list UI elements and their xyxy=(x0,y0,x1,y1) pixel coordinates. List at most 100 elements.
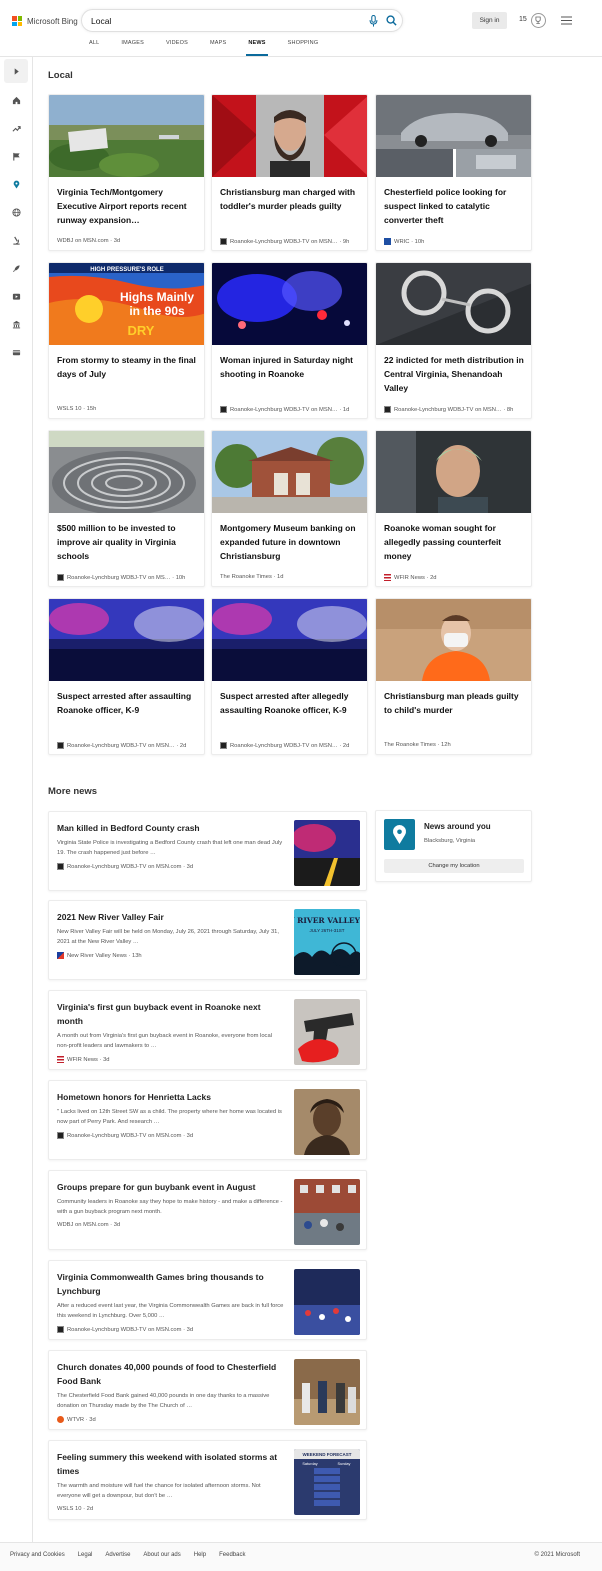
item-snippet: A month out from Virginia's first gun bu… xyxy=(57,1033,272,1049)
card-source[interactable]: WRIC xyxy=(394,239,409,245)
card-headline[interactable]: Virginia Tech/Montgomery Executive Airpo… xyxy=(57,185,197,227)
card-source[interactable]: Roanoke-Lynchburg WDBJ-TV on MSN… xyxy=(230,743,338,749)
item-title[interactable]: Virginia Commonwealth Games bring thousa… xyxy=(57,1270,282,1298)
item-title[interactable]: Groups prepare for gun buybank event in … xyxy=(57,1180,282,1194)
news-card[interactable]: Montgomery Museum banking on expanded fu… xyxy=(211,430,368,587)
search-query[interactable]: Local xyxy=(91,16,111,26)
item-title[interactable]: Virginia's first gun buyback event in Ro… xyxy=(57,1000,282,1028)
sign-in-button[interactable]: Sign in xyxy=(472,12,507,29)
card-source[interactable]: WSLS 10 xyxy=(57,406,82,412)
around-title: News around you xyxy=(424,822,491,831)
expand-icon[interactable] xyxy=(4,59,28,83)
card-headline[interactable]: Christiansburg man pleads guilty to chil… xyxy=(384,689,524,717)
tab-maps[interactable]: MAPS xyxy=(210,40,226,56)
news-card[interactable]: Chesterfield police looking for suspect … xyxy=(375,94,532,251)
card-source[interactable]: Roanoke-Lynchburg WDBJ-TV on MS… xyxy=(67,575,171,581)
news-card[interactable]: Virginia Tech/Montgomery Executive Airpo… xyxy=(48,94,205,251)
item-source[interactable]: WDBJ on MSN.com xyxy=(57,1222,109,1228)
science-icon[interactable] xyxy=(9,233,23,247)
news-list-item[interactable]: Hometown honors for Henrietta Lacks " La… xyxy=(48,1080,367,1160)
item-meta: Roanoke-Lynchburg WDBJ-TV on MSN.com · 3… xyxy=(57,863,193,870)
item-title[interactable]: Feeling summery this weekend with isolat… xyxy=(57,1450,282,1478)
card-source[interactable]: Roanoke-Lynchburg WDBJ-TV on MSN… xyxy=(230,407,338,413)
tab-videos[interactable]: VIDEOS xyxy=(166,40,188,56)
card-headline[interactable]: Christiansburg man charged with toddler'… xyxy=(220,185,360,213)
card-source[interactable]: WDBJ on MSN.com xyxy=(57,238,109,244)
news-card[interactable]: Christiansburg man charged with toddler'… xyxy=(211,94,368,251)
item-source[interactable]: WFIR News xyxy=(67,1057,98,1063)
news-card[interactable]: Suspect arrested after assaulting Roanok… xyxy=(48,598,205,755)
card-source[interactable]: The Roanoke Times xyxy=(220,574,272,580)
building-icon[interactable] xyxy=(9,317,23,331)
search-icon[interactable] xyxy=(386,15,397,26)
item-title[interactable]: Man killed in Bedford County crash xyxy=(57,821,282,835)
card-source[interactable]: Roanoke-Lynchburg WDBJ-TV on MSN… xyxy=(67,743,175,749)
tab-news[interactable]: NEWS xyxy=(246,40,269,56)
news-card[interactable]: $500 million to be invested to improve a… xyxy=(48,430,205,587)
card-headline[interactable]: Woman injured in Saturday night shooting… xyxy=(220,353,360,381)
trending-icon[interactable] xyxy=(9,121,23,135)
microphone-icon[interactable] xyxy=(369,15,378,27)
card-headline[interactable]: Roanoke woman sought for allegedly passi… xyxy=(384,521,524,563)
card-headline[interactable]: Suspect arrested after allegedly assault… xyxy=(220,689,360,717)
item-source[interactable]: Roanoke-Lynchburg WDBJ-TV on MSN.com xyxy=(67,1327,181,1333)
rewards-trophy-icon[interactable] xyxy=(531,13,546,28)
news-card[interactable]: Suspect arrested after allegedly assault… xyxy=(211,598,368,755)
rocket-icon[interactable] xyxy=(9,261,23,275)
bing-logo[interactable]: Microsoft Bing xyxy=(12,15,78,27)
item-source[interactable]: Roanoke-Lynchburg WDBJ-TV on MSN.com xyxy=(67,864,181,870)
item-source[interactable]: New River Valley News xyxy=(67,953,127,959)
news-card[interactable]: Woman injured in Saturday night shooting… xyxy=(211,262,368,419)
card-headline[interactable]: Chesterfield police looking for suspect … xyxy=(384,185,524,227)
news-list-item[interactable]: Church donates 40,000 pounds of food to … xyxy=(48,1350,367,1430)
location-icon[interactable] xyxy=(9,177,23,191)
card-source[interactable]: Roanoke-Lynchburg WDBJ-TV on MSN… xyxy=(230,239,338,245)
card-headline[interactable]: Montgomery Museum banking on expanded fu… xyxy=(220,521,360,563)
footer-link-advertise[interactable]: Advertise xyxy=(105,1552,130,1558)
card-icon[interactable] xyxy=(9,345,23,359)
news-card[interactable]: HIGH PRESSURE'S ROLE Highs Mainly in the… xyxy=(48,262,205,419)
news-list-item[interactable]: Groups prepare for gun buybank event in … xyxy=(48,1170,367,1250)
card-headline[interactable]: 22 indicted for meth distribution in Cen… xyxy=(384,353,524,395)
change-location-button[interactable]: Change my location xyxy=(384,859,524,873)
hamburger-menu-icon[interactable] xyxy=(561,16,572,25)
footer-link-about-ads[interactable]: About our ads xyxy=(143,1552,180,1558)
tab-images[interactable]: IMAGES xyxy=(121,40,144,56)
news-list-item[interactable]: 2021 New River Valley Fair New River Val… xyxy=(48,900,367,980)
footer-link-feedback[interactable]: Feedback xyxy=(219,1552,245,1558)
card-headline[interactable]: $500 million to be invested to improve a… xyxy=(57,521,197,563)
globe-icon[interactable] xyxy=(9,205,23,219)
footer-link-privacy[interactable]: Privacy and Cookies xyxy=(10,1552,65,1558)
card-source[interactable]: WFIR News xyxy=(394,575,425,581)
scope-tabs: ALL IMAGES VIDEOS MAPS NEWS SHOPPING xyxy=(89,40,340,56)
news-card[interactable]: Roanoke woman sought for allegedly passi… xyxy=(375,430,532,587)
tab-shopping[interactable]: SHOPPING xyxy=(288,40,319,56)
news-card[interactable]: 22 indicted for meth distribution in Cen… xyxy=(375,262,532,419)
news-list-item[interactable]: Feeling summery this weekend with isolat… xyxy=(48,1440,367,1520)
search-input[interactable]: Local xyxy=(81,9,403,32)
tab-all[interactable]: ALL xyxy=(89,40,99,56)
card-source[interactable]: Roanoke-Lynchburg WDBJ-TV on MSN… xyxy=(394,407,502,413)
item-title[interactable]: 2021 New River Valley Fair xyxy=(57,910,282,924)
news-list-item[interactable]: Virginia's first gun buyback event in Ro… xyxy=(48,990,367,1070)
home-icon[interactable] xyxy=(9,93,23,107)
news-list-item[interactable]: Virginia Commonwealth Games bring thousa… xyxy=(48,1260,367,1340)
item-source[interactable]: WTVR xyxy=(67,1417,84,1423)
video-icon[interactable] xyxy=(9,289,23,303)
item-source[interactable]: WSLS 10 xyxy=(57,1506,82,1512)
footer-link-legal[interactable]: Legal xyxy=(78,1552,93,1558)
item-title[interactable]: Church donates 40,000 pounds of food to … xyxy=(57,1360,282,1388)
item-title[interactable]: Hometown honors for Henrietta Lacks xyxy=(57,1090,282,1104)
copyright: © 2021 Microsoft xyxy=(534,1552,580,1558)
rewards-count[interactable]: 15 xyxy=(519,16,527,23)
news-card[interactable]: Christiansburg man pleads guilty to chil… xyxy=(375,598,532,755)
flag-icon[interactable] xyxy=(9,149,23,163)
item-snippet: The warmth and moisture will fuel the ch… xyxy=(57,1483,261,1499)
card-headline[interactable]: From stormy to steamy in the final days … xyxy=(57,353,197,381)
card-headline[interactable]: Suspect arrested after assaulting Roanok… xyxy=(57,689,197,717)
card-source[interactable]: The Roanoke Times xyxy=(384,742,436,748)
news-list-item[interactable]: Man killed in Bedford County crash Virgi… xyxy=(48,811,367,891)
weather-map-image: HIGH PRESSURE'S ROLE Highs Mainly in the… xyxy=(49,263,204,345)
footer-link-help[interactable]: Help xyxy=(194,1552,206,1558)
item-source[interactable]: Roanoke-Lynchburg WDBJ-TV on MSN.com xyxy=(67,1133,181,1139)
